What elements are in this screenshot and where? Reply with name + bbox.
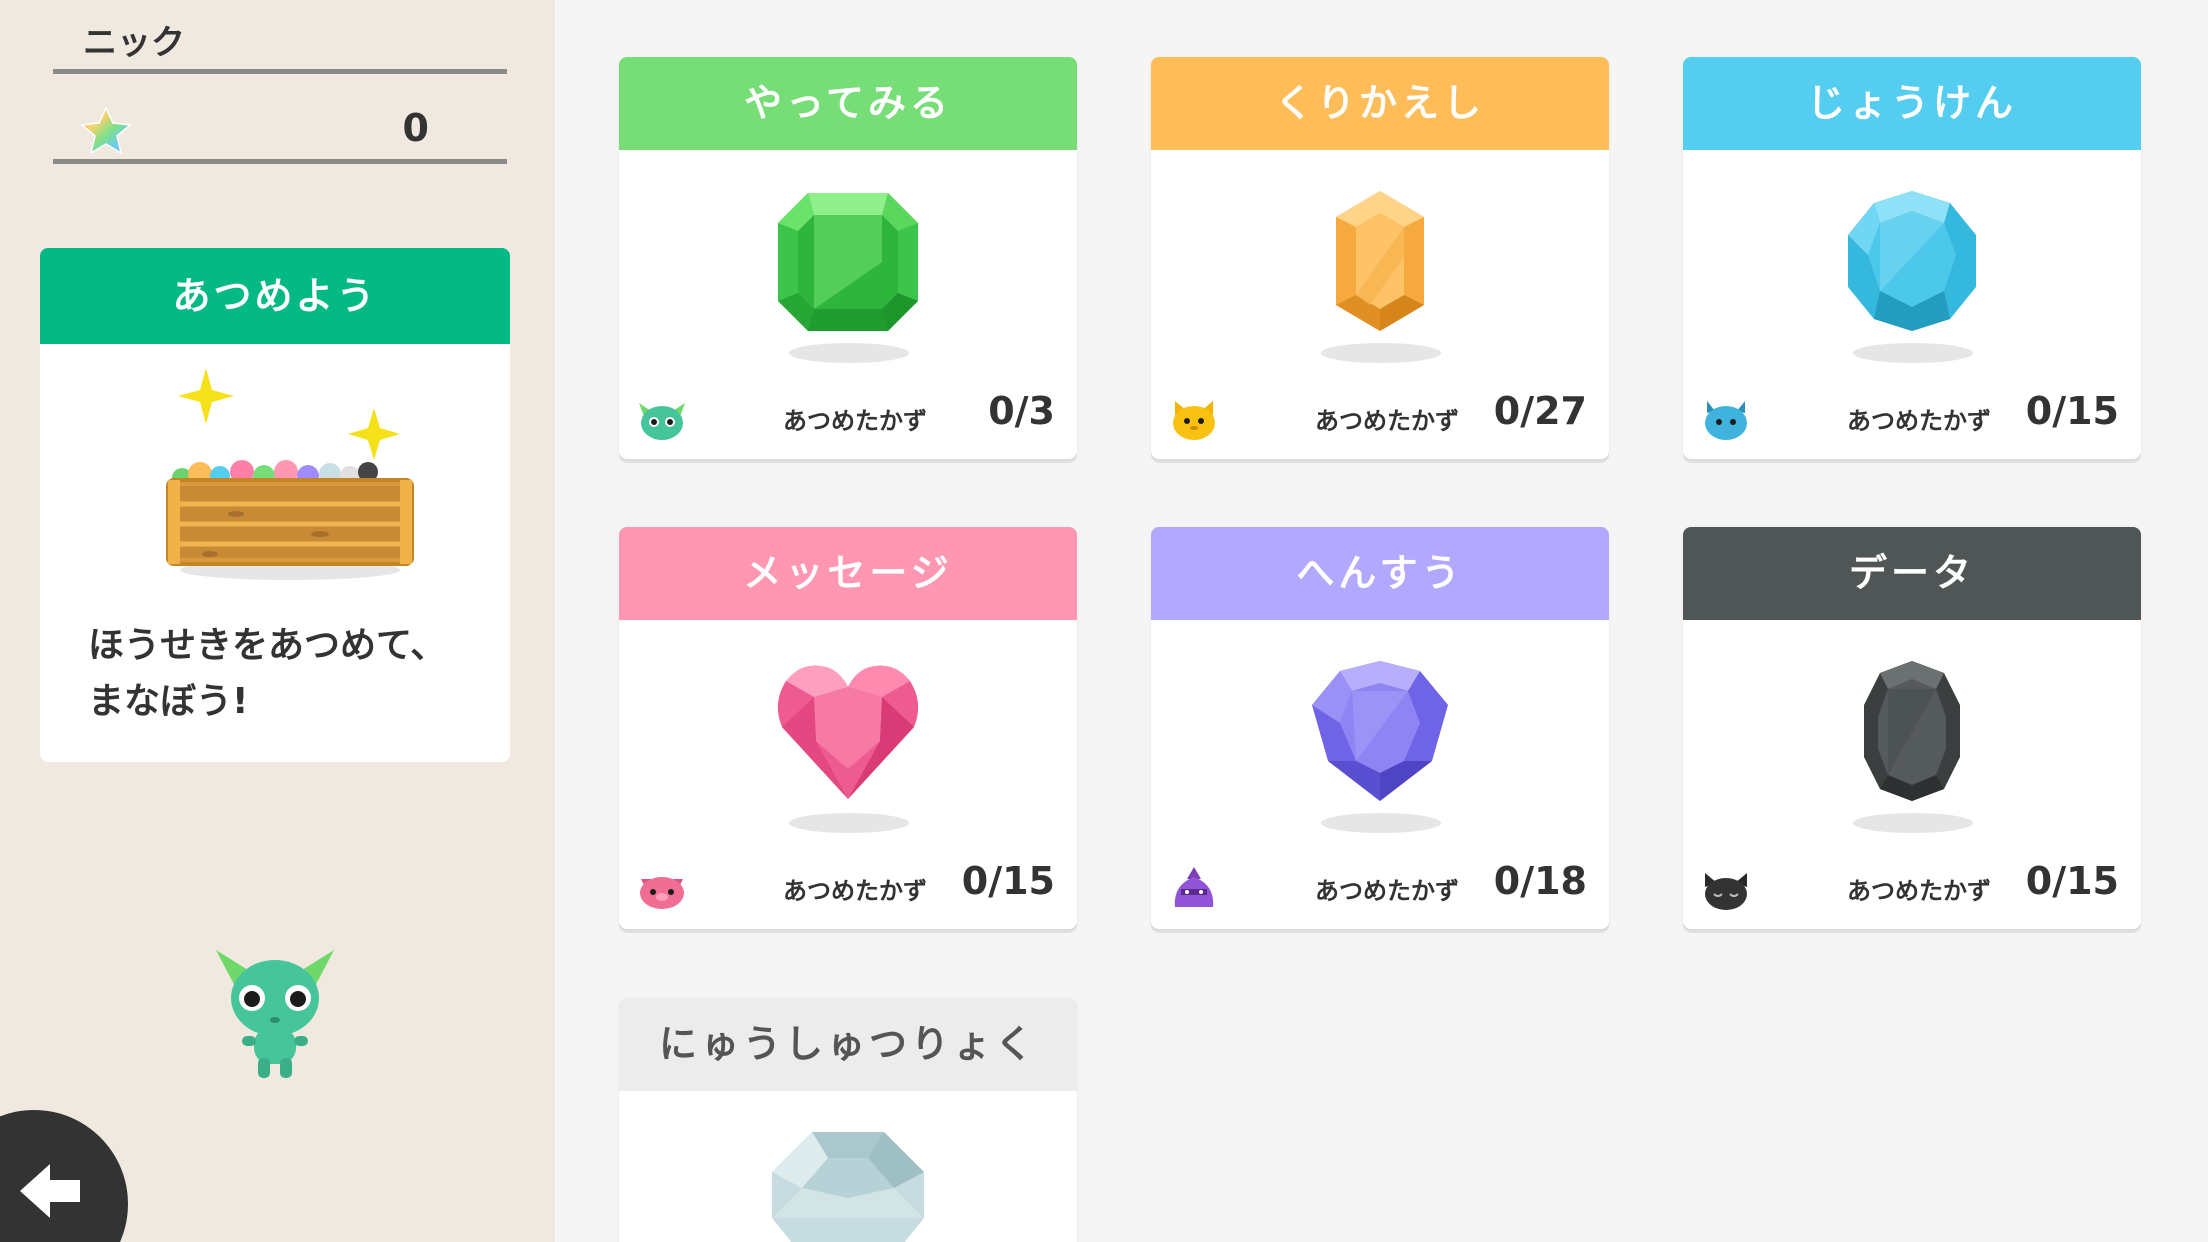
count-label: あつめたかず: [783, 877, 927, 905]
category-card-data[interactable]: データ あつめたかず 0/15: [1683, 527, 2141, 929]
category-card-nyuushutsuryoku[interactable]: にゅうしゅつりょく: [619, 998, 1077, 1242]
count-value: 0/18: [1493, 859, 1587, 903]
arrow-left-icon: [20, 1164, 80, 1218]
count-label: あつめたかず: [1847, 407, 1991, 435]
clear-diamond-gem-icon: [772, 1132, 924, 1242]
green-emerald-gem-icon: [778, 193, 918, 331]
user-name: ニック: [53, 18, 507, 74]
count-label: あつめたかず: [1315, 407, 1459, 435]
count-label: あつめたかず: [1847, 877, 1991, 905]
card-title: へんすう: [1151, 527, 1609, 620]
gem-shadow: [1321, 813, 1441, 833]
category-card-jouken[interactable]: じょうけん あつめたかず 0/15: [1683, 57, 2141, 459]
gem-shadow: [789, 813, 909, 833]
card-title: メッセージ: [619, 527, 1077, 620]
yellow-cat-icon: [1173, 401, 1215, 440]
points-value: 0: [402, 106, 429, 150]
card-title: やってみる: [619, 57, 1077, 150]
green-monster-mascot-icon: [216, 950, 334, 1078]
category-card-yattemiru[interactable]: やってみる あつめたかず 0/3: [619, 57, 1077, 459]
orange-gem-icon: [1336, 191, 1424, 331]
purple-gem-icon: [1312, 661, 1448, 801]
gem-shadow: [1853, 813, 1973, 833]
count-label: あつめたかず: [1315, 877, 1459, 905]
card-title: にゅうしゅつりょく: [619, 998, 1077, 1091]
blue-round-gem-icon: [1848, 191, 1976, 331]
count-label: あつめたかず: [783, 407, 927, 435]
black-cat-icon: [1705, 873, 1747, 910]
pink-heart-gem-icon: [777, 665, 919, 799]
count-value: 0/15: [2025, 859, 2119, 903]
count-value: 0/15: [2025, 389, 2119, 433]
gem-shadow: [789, 343, 909, 363]
category-card-kurikaeshi[interactable]: くりかえし あつめたかず 0/27: [1151, 57, 1609, 459]
rainbow-star-icon: [81, 107, 131, 154]
collect-message: ほうせきをあつめて、 まなぼう!: [88, 625, 447, 722]
blue-horned-monster-icon: [1705, 401, 1747, 440]
gem-shadow: [1853, 343, 1973, 363]
category-card-hensuu[interactable]: へんすう あつめたかず 0/18: [1151, 527, 1609, 929]
card-title: くりかえし: [1151, 57, 1609, 150]
dark-oval-gem-icon: [1864, 661, 1960, 801]
card-title: じょうけん: [1683, 57, 2141, 150]
count-value: 0/27: [1493, 389, 1587, 433]
collect-card: あつめよう ほうせきをあつめて、 まなぼう!: [40, 248, 510, 762]
card-title: データ: [1683, 527, 2141, 620]
count-value: 0/3: [988, 389, 1055, 433]
pink-pig-monster-icon: [640, 877, 684, 909]
gem-shadow: [1321, 343, 1441, 363]
back-button[interactable]: [0, 1110, 128, 1242]
category-card-message[interactable]: メッセージ あつめたかず 0/15: [619, 527, 1077, 929]
collect-title: あつめよう: [40, 248, 510, 344]
points-row: 0: [53, 100, 507, 164]
treasure-chest-icon: [166, 368, 414, 580]
purple-onion-monster-icon: [1174, 867, 1214, 907]
count-value: 0/15: [961, 859, 1055, 903]
sidebar: ニック 0 あつめよう ほうせきをあつめて、 まなぼう!: [0, 0, 555, 1242]
green-monster-icon: [639, 403, 685, 440]
